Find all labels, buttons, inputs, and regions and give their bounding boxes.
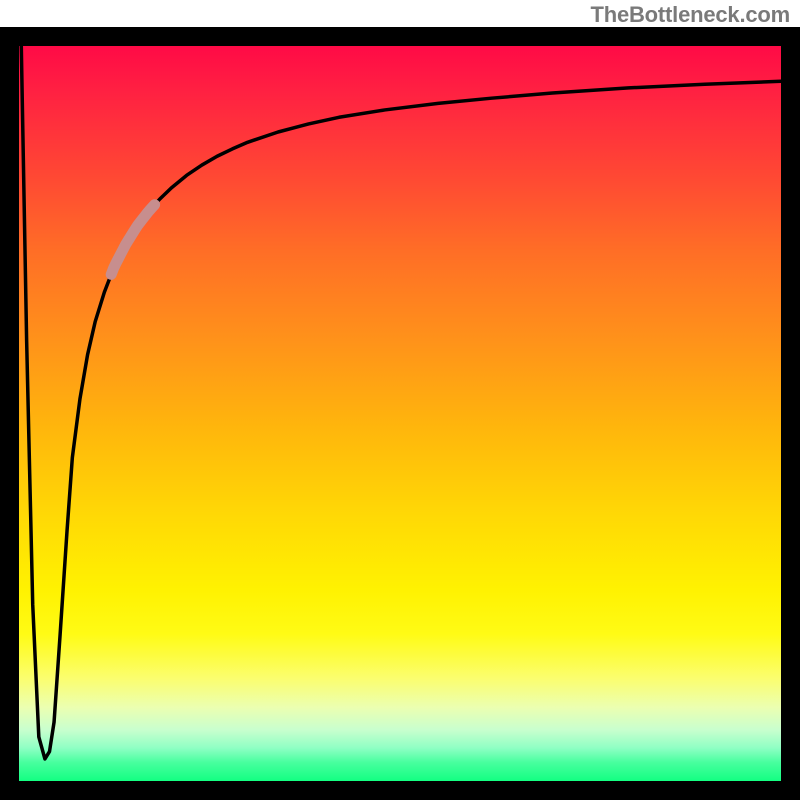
chart-container: TheBottleneck.com (0, 0, 800, 800)
curve-svg (19, 46, 781, 781)
attribution-label: TheBottleneck.com (590, 2, 790, 28)
highlight-segment (111, 205, 154, 275)
bottleneck-curve (21, 46, 781, 759)
plot-area (19, 46, 781, 781)
